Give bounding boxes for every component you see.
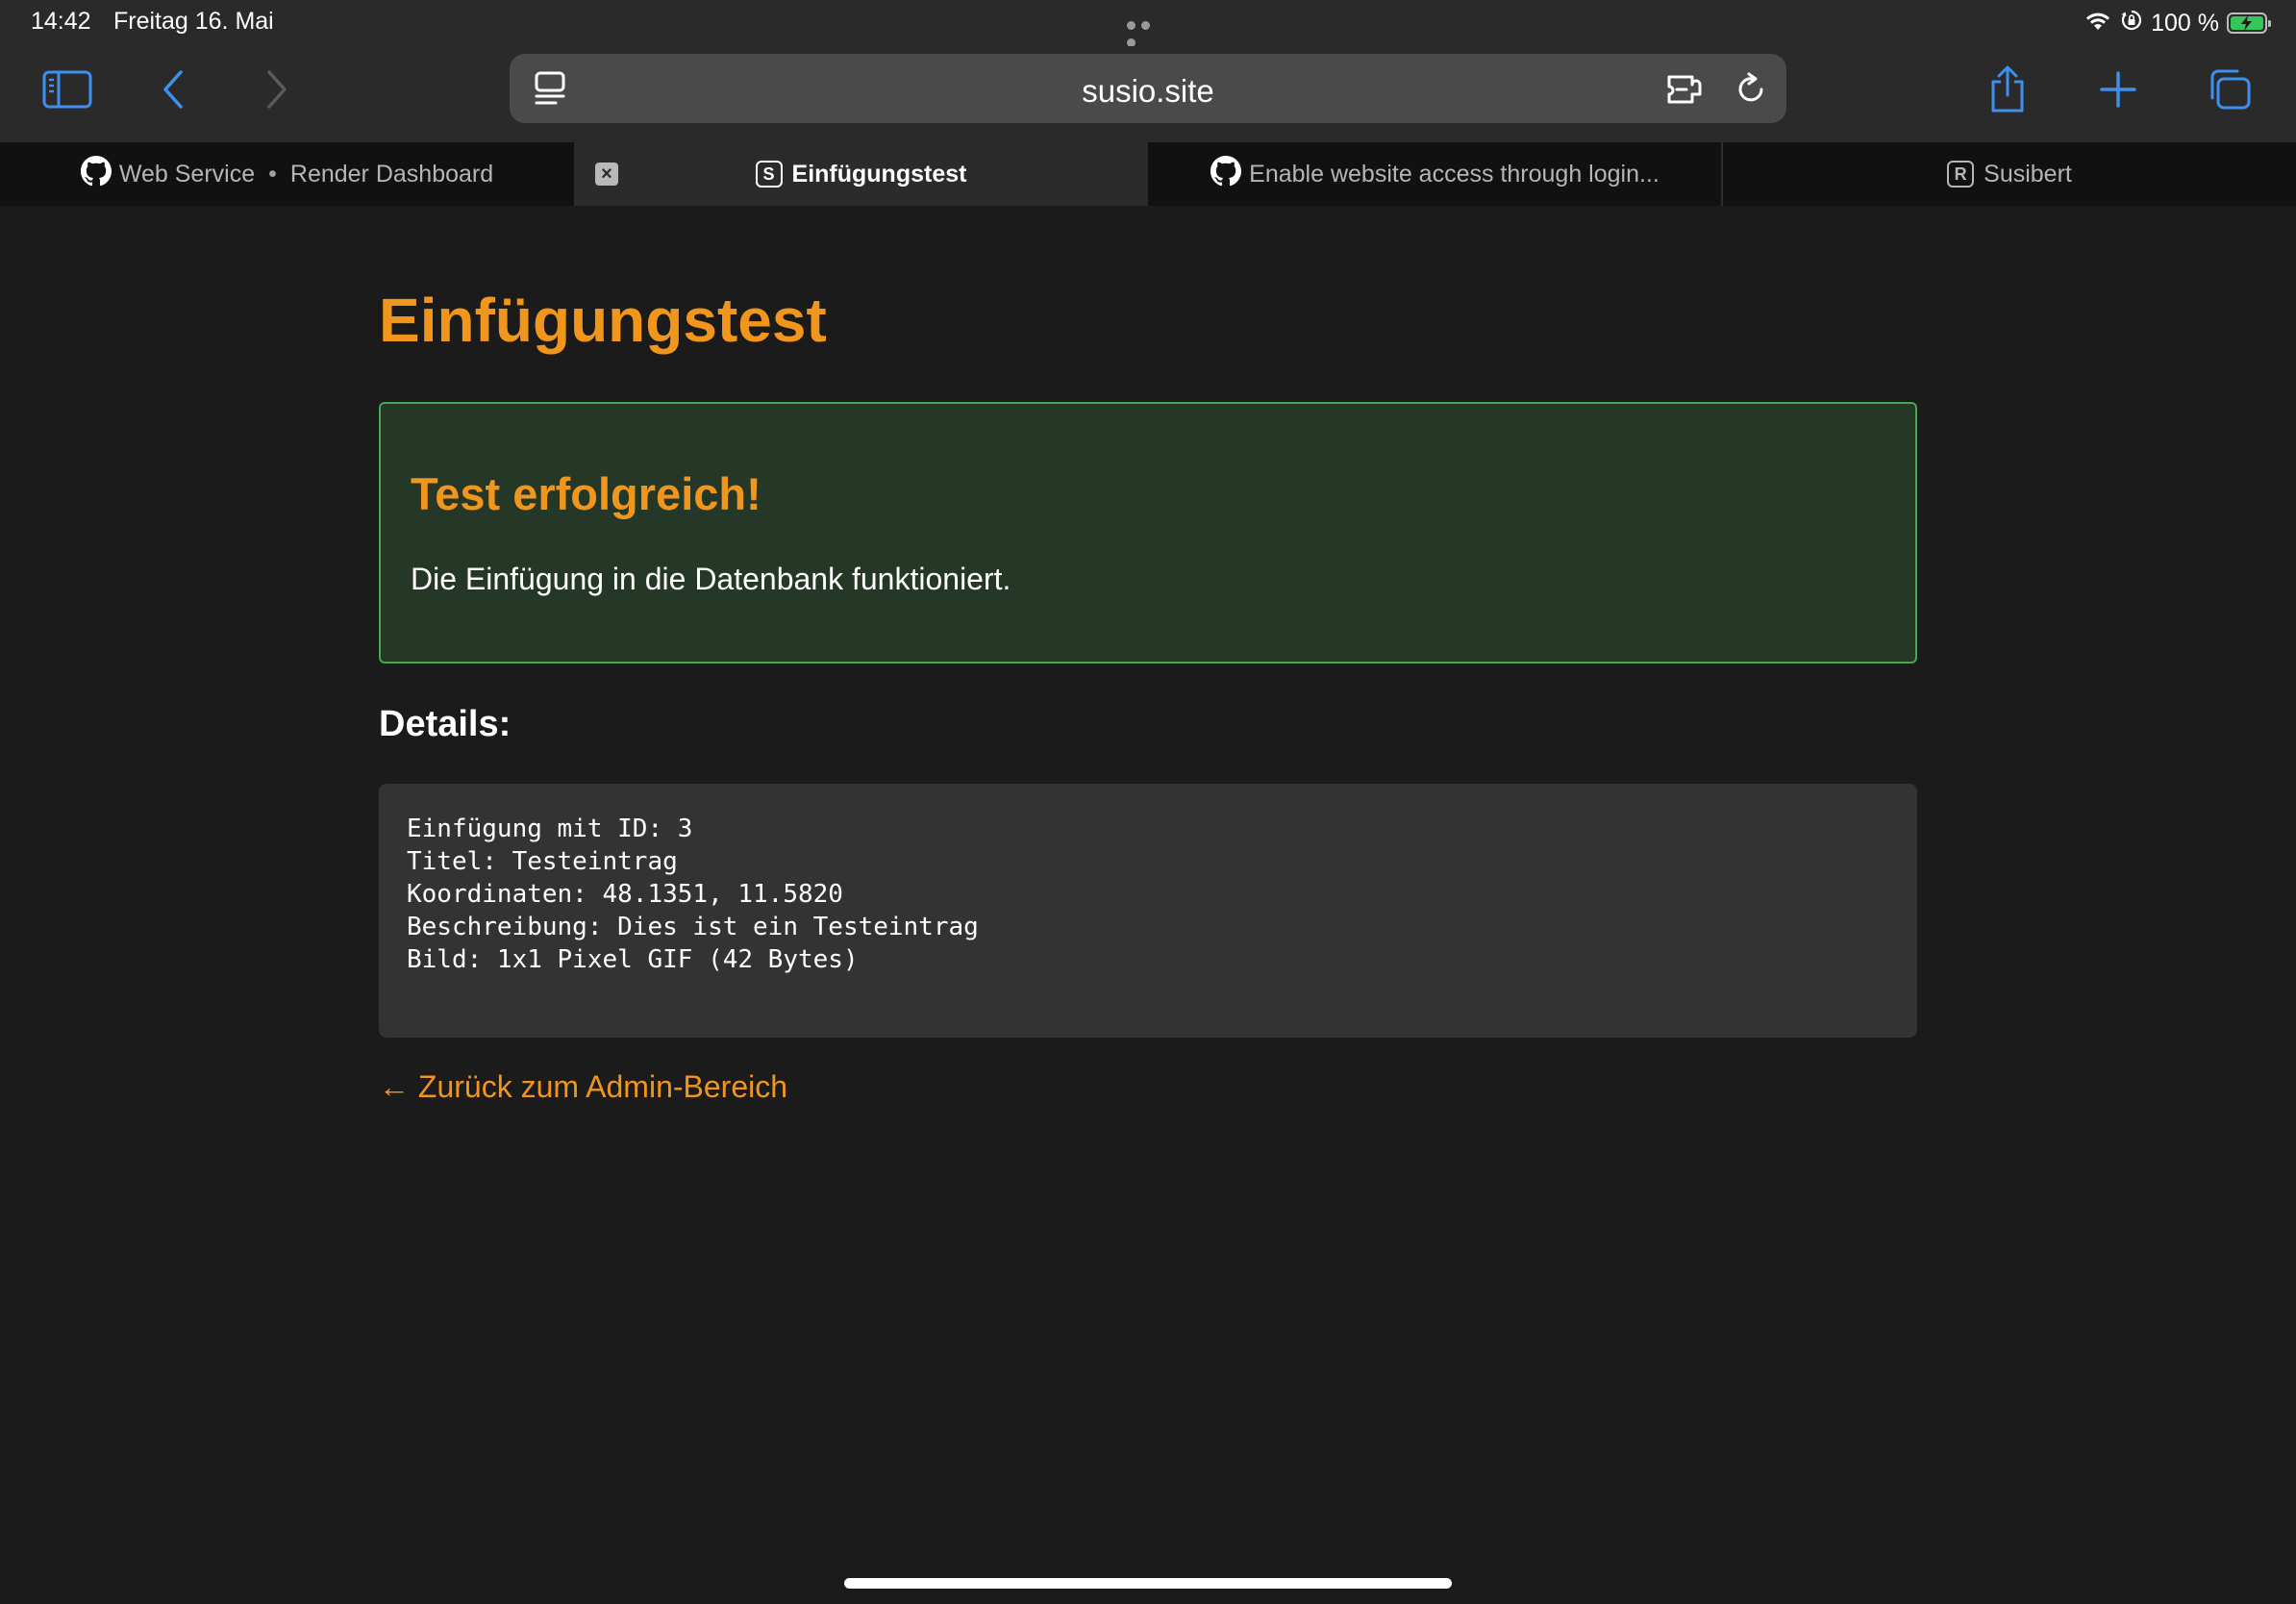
tab-enable-website-access[interactable]: Enable website access through login... [1148,142,1722,206]
tab-label: Enable website access through login... [1249,160,1660,188]
letter-r-icon: R [1947,161,1975,188]
detail-line-id: Einfügung mit ID: 3 [407,815,693,843]
tab-label: Web Service [118,160,256,188]
forward-icon[interactable] [258,65,296,113]
extension-icon[interactable] [1665,71,1708,113]
battery-charging-icon [2227,13,2271,34]
more-dots-icon[interactable] [1127,17,1169,47]
share-icon[interactable] [1984,62,2031,117]
close-icon[interactable]: × [595,163,618,186]
wifi-icon [2084,9,2112,38]
tab-render-dashboard[interactable]: Web Service • Render Dashboard [0,142,574,206]
sidebar-icon[interactable] [38,65,96,113]
battery-percent: 100 % [2151,9,2219,37]
browser-toolbar: susio.site [0,46,2296,142]
page-title: Einfügungstest [379,286,827,355]
tab-label: Render Dashboard [289,160,494,188]
orientation-lock-icon [2120,9,2143,38]
tab-bar: Web Service • Render Dashboard × S Einfü… [0,142,2296,206]
tab-separator: • [268,160,277,188]
tab-label: Susibert [1984,160,2072,188]
status-indicators: 100 % [2084,8,2271,38]
detail-line-title: Titel: Testeintrag [407,847,678,876]
back-icon[interactable] [154,65,192,113]
github-icon [80,155,112,193]
success-alert: Test erfolgreich! Die Einfügung in die D… [379,402,1917,664]
tab-einfuegungstest[interactable]: × S Einfügungstest [574,142,1148,206]
detail-line-coordinates: Koordinaten: 48.1351, 11.5820 [407,880,843,909]
reload-icon[interactable] [1734,71,1769,113]
tab-label: Einfügungstest [791,160,967,188]
address-bar[interactable]: susio.site [510,54,1786,123]
detail-line-image: Bild: 1x1 Pixel GIF (42 Bytes) [407,945,859,974]
url-text[interactable]: susio.site [510,73,1786,110]
success-title: Test erfolgreich! [411,468,761,519]
details-heading: Details: [379,704,512,744]
status-bar: 14:42 Freitag 16. Mai 100 % [0,0,2296,47]
details-code-block: Einfügung mit ID: 3 Titel: Testeintrag K… [379,784,1917,1038]
tab-susibert[interactable]: R Susibert [1723,142,2296,206]
new-tab-icon[interactable] [2096,65,2140,113]
letter-s-icon: S [755,161,783,188]
detail-line-description: Beschreibung: Dies ist ein Testeintrag [407,913,979,941]
status-date: Freitag 16. Mai [113,8,274,35]
tab-overview-icon[interactable] [2206,65,2254,113]
home-indicator[interactable] [844,1578,1452,1589]
back-to-admin-link[interactable]: ← Zurück zum Admin-Bereich [379,1069,787,1105]
success-message: Die Einfügung in die Datenbank funktioni… [411,562,1011,596]
github-icon [1210,155,1242,193]
status-time: 14:42 [31,8,91,35]
